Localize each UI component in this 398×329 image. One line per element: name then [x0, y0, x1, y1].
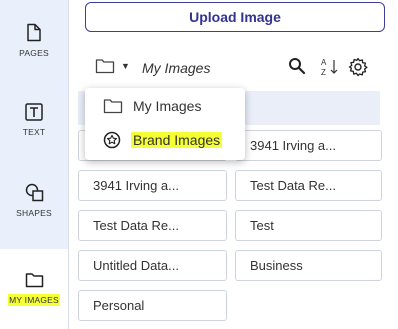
folder-selector[interactable]: ▼ [95, 58, 130, 74]
current-folder-name: My Images [142, 60, 211, 76]
dropdown-item-my-images[interactable]: My Images [85, 90, 245, 122]
left-rail: PAGES TEXT SHAPES MY IMAGES [0, 0, 69, 329]
rail-item-label: PAGES [19, 47, 49, 58]
rail-item-label: TEXT [22, 127, 46, 137]
dropdown-item-label: My Images [133, 98, 202, 114]
dropdown-item-brand-images[interactable]: Brand Images [85, 124, 245, 156]
rail-item-my-images[interactable]: MY IMAGES [0, 249, 68, 329]
folder-tile[interactable]: 3941 Irving a... [78, 170, 227, 201]
folder-toolbar: ▼ My Images A Z [85, 52, 385, 82]
text-icon [25, 103, 43, 121]
gear-icon[interactable] [348, 57, 368, 77]
folder-dropdown-menu: My Images Brand Images [85, 88, 245, 160]
sort-az-icon[interactable]: A Z [320, 57, 340, 77]
page-icon [27, 23, 41, 41]
folder-icon [25, 273, 43, 288]
folder-tile[interactable]: Test Data Re... [235, 170, 382, 201]
rail-item-pages[interactable]: PAGES [0, 0, 68, 80]
star-badge-icon [103, 131, 121, 149]
folder-icon [95, 59, 115, 74]
rail-item-shapes[interactable]: SHAPES [0, 160, 68, 240]
folder-tile[interactable]: Test Data Re... [78, 210, 227, 241]
folder-tile[interactable]: 3941 Irving a... [235, 130, 382, 161]
dropdown-item-label: Brand Images [131, 132, 223, 148]
svg-text:Z: Z [321, 68, 326, 77]
rail-item-label: MY IMAGES [8, 294, 60, 306]
search-icon[interactable] [288, 57, 306, 75]
folder-tile[interactable]: Business [235, 250, 382, 281]
svg-text:A: A [321, 58, 327, 67]
folder-tile[interactable]: Personal [78, 290, 227, 321]
folder-icon [103, 99, 123, 114]
rail-item-text[interactable]: TEXT [0, 80, 68, 160]
upload-image-button[interactable]: Upload Image [85, 2, 385, 32]
folder-tile[interactable]: Test [235, 210, 382, 241]
rail-item-label: SHAPES [16, 207, 52, 218]
caret-down-icon: ▼ [121, 61, 130, 71]
folder-tile[interactable]: Untitled Data... [78, 250, 227, 281]
shapes-icon [25, 183, 43, 201]
